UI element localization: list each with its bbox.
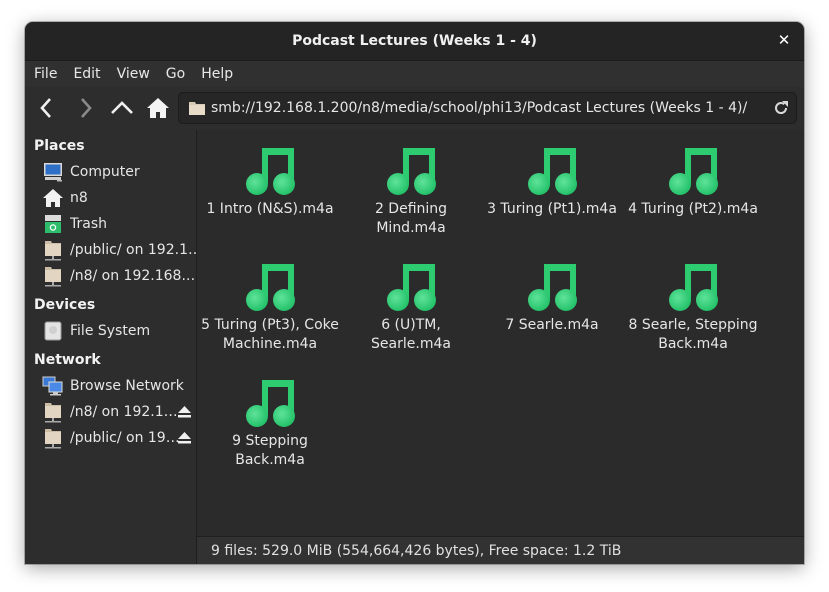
location-path[interactable]: smb://192.168.1.200/n8/media/school/phi1…	[211, 100, 747, 116]
sidebar-item-label: n8	[70, 190, 88, 206]
menu-file[interactable]: File	[25, 66, 64, 82]
sidebar-item-label: Computer	[70, 164, 140, 180]
sidebar-item-browse-network[interactable]: Browse Network	[42, 375, 196, 397]
folder-icon	[189, 102, 205, 115]
network-folder-icon	[45, 241, 61, 261]
sidebar-item-label: Trash	[70, 216, 107, 232]
toolbar: smb://192.168.1.200/n8/media/school/phi1…	[25, 87, 804, 129]
file-item[interactable]: 2 Defining Mind.m4a	[341, 146, 481, 238]
sidebar-item-public-share[interactable]: /public/ on 192.1…	[42, 239, 196, 261]
audio-file-icon	[528, 264, 577, 311]
location-bar[interactable]: smb://192.168.1.200/n8/media/school/phi1…	[178, 92, 797, 124]
network-folder-icon	[45, 403, 61, 423]
file-item[interactable]: 3 Turing (Pt1).m4a	[482, 146, 622, 219]
file-manager-window: Podcast Lectures (Weeks 1 - 4) ✕ File Ed…	[25, 22, 804, 564]
sidebar-item-n8-network-share[interactable]: /n8/ on 192.1…	[42, 401, 196, 423]
file-name: 3 Turing (Pt1).m4a	[487, 201, 617, 217]
audio-file-icon	[246, 264, 295, 311]
sidebar-item-label: /n8/ on 192.168.…	[70, 268, 196, 284]
back-button[interactable]	[33, 94, 61, 122]
network-folder-icon	[45, 267, 61, 287]
file-name: 6 (U)TM, Searle.m4a	[371, 317, 451, 352]
file-name: 8 Searle, Stepping Back.m4a	[628, 317, 758, 352]
eject-icon[interactable]	[177, 431, 192, 445]
file-item[interactable]: 7 Searle.m4a	[482, 262, 622, 335]
file-name: 7 Searle.m4a	[505, 317, 599, 333]
sidebar-item-home[interactable]: n8	[42, 187, 196, 209]
reload-icon[interactable]	[772, 99, 790, 117]
sidebar-item-label: File System	[70, 323, 151, 339]
chevron-up-icon	[111, 101, 133, 114]
file-name: 1 Intro (N&S).m4a	[206, 201, 334, 217]
sidebar-item-label: /public/ on 19…	[70, 430, 180, 446]
file-name: 4 Turing (Pt2).m4a	[628, 201, 758, 217]
sidebar-item-label: /public/ on 192.1…	[70, 242, 196, 258]
menu-go[interactable]: Go	[157, 66, 192, 82]
audio-file-icon	[669, 148, 718, 195]
file-item[interactable]: 9 Stepping Back.m4a	[200, 378, 340, 470]
computer-icon	[44, 163, 62, 182]
home-button[interactable]	[144, 94, 172, 122]
network-folder-icon	[45, 429, 61, 449]
home-icon	[147, 98, 169, 118]
file-item[interactable]: 4 Turing (Pt2).m4a	[623, 146, 763, 219]
sidebar-heading-devices: Devices	[34, 297, 96, 313]
up-button[interactable]	[108, 94, 136, 122]
menu-bar: File Edit View Go Help	[25, 61, 804, 87]
audio-file-icon	[528, 148, 577, 195]
status-text: 9 files: 529.0 MiB (554,664,426 bytes), …	[211, 543, 622, 559]
chevron-right-icon	[81, 98, 92, 118]
title-bar: Podcast Lectures (Weeks 1 - 4) ✕	[25, 22, 804, 61]
audio-file-icon	[246, 380, 295, 427]
file-item[interactable]: 6 (U)TM, Searle.m4a	[341, 262, 481, 354]
audio-file-icon	[246, 148, 295, 195]
sidebar-item-label: Browse Network	[70, 378, 184, 394]
trash-icon	[45, 215, 61, 233]
window-title: Podcast Lectures (Weeks 1 - 4)	[292, 33, 537, 49]
sidebar-heading-places: Places	[34, 138, 85, 154]
audio-file-icon	[669, 264, 718, 311]
sidebar-item-computer[interactable]: Computer	[42, 161, 196, 183]
sidebar-item-trash[interactable]: Trash	[42, 213, 196, 235]
file-name: 9 Stepping Back.m4a	[232, 433, 308, 468]
chevron-left-icon	[40, 98, 51, 118]
sidebar: Places Computer n8 Trash /public/ on 192…	[25, 130, 197, 564]
sidebar-item-label: /n8/ on 192.1…	[70, 404, 178, 420]
close-icon[interactable]: ✕	[776, 32, 792, 48]
file-item[interactable]: 1 Intro (N&S).m4a	[200, 146, 340, 219]
home-icon	[43, 189, 63, 207]
menu-view[interactable]: View	[108, 66, 157, 82]
status-bar: 9 files: 529.0 MiB (554,664,426 bytes), …	[197, 536, 804, 564]
network-icon	[42, 376, 63, 396]
drive-icon	[44, 321, 62, 341]
file-item[interactable]: 8 Searle, Stepping Back.m4a	[623, 262, 763, 354]
audio-file-icon	[387, 264, 436, 311]
eject-icon[interactable]	[177, 405, 192, 419]
menu-edit[interactable]: Edit	[64, 66, 107, 82]
file-view[interactable]: 1 Intro (N&S).m4a 2 Defining Mind.m4a 3 Tu…	[197, 130, 804, 536]
menu-help[interactable]: Help	[192, 66, 240, 82]
audio-file-icon	[387, 148, 436, 195]
sidebar-item-file-system[interactable]: File System	[42, 320, 196, 342]
file-item[interactable]: 5 Turing (Pt3), Coke Machine.m4a	[200, 262, 340, 354]
file-name: 2 Defining Mind.m4a	[374, 201, 448, 236]
file-name: 5 Turing (Pt3), Coke Machine.m4a	[201, 317, 339, 352]
forward-button[interactable]	[71, 94, 99, 122]
sidebar-heading-network: Network	[34, 352, 101, 368]
sidebar-item-n8-share[interactable]: /n8/ on 192.168.…	[42, 265, 196, 287]
sidebar-item-public-network-share[interactable]: /public/ on 19…	[42, 427, 196, 449]
